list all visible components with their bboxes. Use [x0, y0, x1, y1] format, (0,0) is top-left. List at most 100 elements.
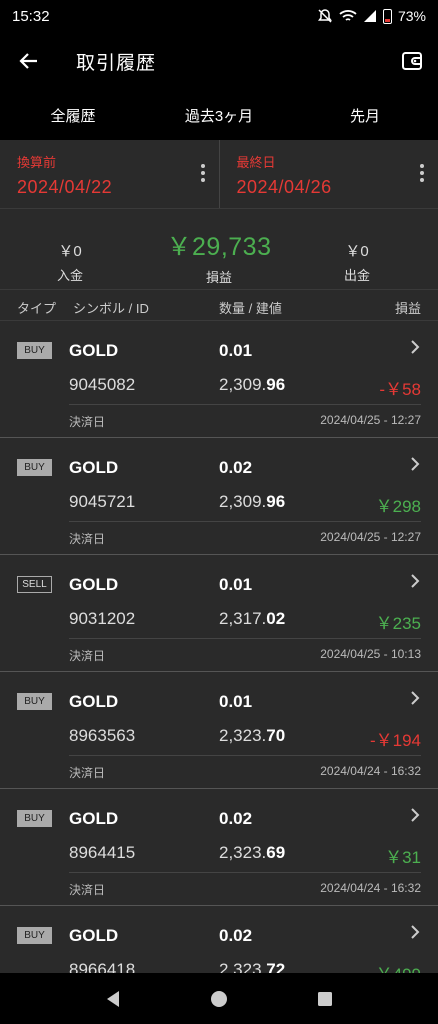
- trade-id: 8966418: [69, 960, 136, 973]
- trade-id: 9045082: [69, 375, 136, 394]
- battery-level: 73%: [397, 8, 426, 24]
- col-type: タイプ: [17, 301, 57, 316]
- trade-qty: 0.01: [219, 341, 253, 360]
- chevron-right-icon: [411, 691, 420, 705]
- trade-type-badge: BUY: [17, 927, 52, 944]
- settle-time: 2024/04/24 - 16:32: [320, 881, 421, 895]
- date-range: 換算前 2024/04/22 最終日 2024/04/26: [0, 140, 438, 209]
- divider: [69, 521, 421, 522]
- system-nav-bar: [0, 973, 438, 1024]
- trade-list: BUY GOLD 0.01 9045082 2,309.96 -￥58 決済日 …: [0, 321, 438, 973]
- deposit-label: 入金: [56, 268, 83, 283]
- trade-row[interactable]: BUY GOLD 0.02 9045721 2,309.96 ￥298 決済日 …: [0, 438, 438, 555]
- divider: [69, 638, 421, 639]
- nav-home-icon[interactable]: [210, 990, 228, 1008]
- trade-pnl: ￥499: [376, 960, 421, 973]
- divider: [69, 404, 421, 405]
- status-bar: 15:32 73%: [0, 0, 438, 32]
- withdrawal-value: ￥0: [345, 243, 369, 260]
- trade-pnl: ￥31: [385, 848, 421, 867]
- settle-time: 2024/04/25 - 12:27: [320, 530, 421, 544]
- trade-symbol: GOLD: [69, 341, 119, 360]
- range-tabs: 全履歴 過去3ヶ月 先月: [0, 90, 438, 140]
- tab-last-month[interactable]: 先月: [292, 90, 438, 140]
- trade-type-badge: BUY: [17, 459, 52, 476]
- chevron-right-icon: [411, 925, 420, 939]
- pnl-total: ￥29,733: [166, 233, 272, 261]
- trade-symbol: GOLD: [69, 692, 119, 711]
- trade-row[interactable]: BUY GOLD 0.01 8963563 2,323.70 -￥194 決済日…: [0, 672, 438, 789]
- col-qty: 数量 / 建値: [219, 301, 282, 316]
- trade-price: 2,309.96: [219, 492, 286, 511]
- trade-row[interactable]: SELL GOLD 0.01 9031202 2,317.02 ￥235 決済日…: [0, 555, 438, 672]
- status-time: 15:32: [12, 7, 50, 25]
- divider: [69, 872, 421, 873]
- app-bar: 取引履歴: [0, 32, 438, 90]
- nav-back-icon[interactable]: [105, 990, 121, 1008]
- signal-icon: [363, 10, 376, 22]
- trade-symbol: GOLD: [69, 575, 119, 594]
- pnl-summary: ￥29,733 損益: [139, 227, 299, 286]
- back-button[interactable]: [0, 32, 58, 90]
- col-pnl: 損益: [394, 301, 421, 316]
- trade-id: 8964415: [69, 843, 136, 862]
- trade-pnl: ￥298: [375, 497, 421, 516]
- trade-type-badge: BUY: [17, 810, 52, 827]
- trade-type-badge: SELL: [17, 576, 52, 593]
- trade-type-badge: BUY: [17, 693, 52, 710]
- trade-qty: 0.01: [219, 692, 253, 711]
- trade-row[interactable]: BUY GOLD 0.02 8964415 2,323.69 ￥31 決済日 2…: [0, 789, 438, 906]
- withdrawal-label: 出金: [343, 268, 370, 283]
- chevron-right-icon: [411, 340, 420, 354]
- trade-symbol: GOLD: [69, 926, 119, 945]
- summary-panel: ￥0 入金 ￥29,733 損益 ￥0 出金: [0, 209, 438, 289]
- settle-label: 決済日: [69, 532, 106, 546]
- end-date-picker[interactable]: 最終日 2024/04/26: [218, 140, 438, 208]
- trade-pnl: -￥58: [379, 380, 421, 399]
- divider: [69, 755, 421, 756]
- trade-symbol: GOLD: [69, 458, 119, 477]
- trade-price: 2,323.70: [219, 726, 286, 745]
- end-date-label: 最終日: [236, 155, 276, 170]
- status-icons: 73%: [317, 8, 426, 24]
- trade-price: 2,309.96: [219, 375, 286, 394]
- mute-icon: [317, 9, 332, 23]
- trade-row[interactable]: BUY GOLD 0.01 9045082 2,309.96 -￥58 決済日 …: [0, 321, 438, 438]
- withdrawal-summary: ￥0 出金: [327, 240, 387, 284]
- trade-price: 2,323.72: [219, 960, 286, 973]
- trade-type-badge: BUY: [17, 342, 52, 359]
- tab-past-3-months[interactable]: 過去3ヶ月: [146, 90, 292, 140]
- arrow-left-icon: [19, 53, 37, 69]
- trade-row[interactable]: BUY GOLD 0.02 8966418 2,323.72 ￥499: [0, 906, 438, 973]
- tab-all-history[interactable]: 全履歴: [0, 90, 146, 140]
- chevron-right-icon: [411, 457, 420, 471]
- trade-qty: 0.02: [219, 926, 253, 945]
- settle-label: 決済日: [69, 883, 106, 897]
- settle-time: 2024/04/25 - 10:13: [320, 647, 421, 661]
- more-vert-icon[interactable]: [200, 164, 205, 182]
- wallet-icon: [402, 52, 422, 70]
- deposit-summary: ￥0 入金: [40, 240, 100, 284]
- trade-qty: 0.01: [219, 575, 253, 594]
- trade-symbol: GOLD: [69, 809, 119, 828]
- chevron-right-icon: [411, 574, 420, 588]
- trade-id: 9045721: [69, 492, 136, 511]
- deposit-value: ￥0: [58, 243, 82, 260]
- pnl-label: 損益: [205, 270, 232, 285]
- more-vert-icon[interactable]: [420, 164, 424, 182]
- settle-label: 決済日: [69, 649, 106, 663]
- trade-price: 2,317.02: [219, 609, 286, 628]
- page-title: 取引履歴: [76, 52, 157, 74]
- nav-recents-icon[interactable]: [317, 991, 333, 1007]
- start-date-label: 換算前: [17, 155, 57, 170]
- col-symbol: シンボル / ID: [73, 301, 149, 316]
- trade-pnl: -￥194: [369, 731, 421, 750]
- settle-label: 決済日: [69, 415, 106, 429]
- settle-time: 2024/04/24 - 16:32: [320, 764, 421, 778]
- settle-label: 決済日: [69, 766, 106, 780]
- end-date-value: 2024/04/26: [236, 177, 332, 197]
- trade-pnl: ￥235: [375, 614, 421, 633]
- trade-qty: 0.02: [219, 458, 253, 477]
- wallet-button[interactable]: [386, 32, 438, 90]
- start-date-picker[interactable]: 換算前 2024/04/22: [0, 140, 219, 208]
